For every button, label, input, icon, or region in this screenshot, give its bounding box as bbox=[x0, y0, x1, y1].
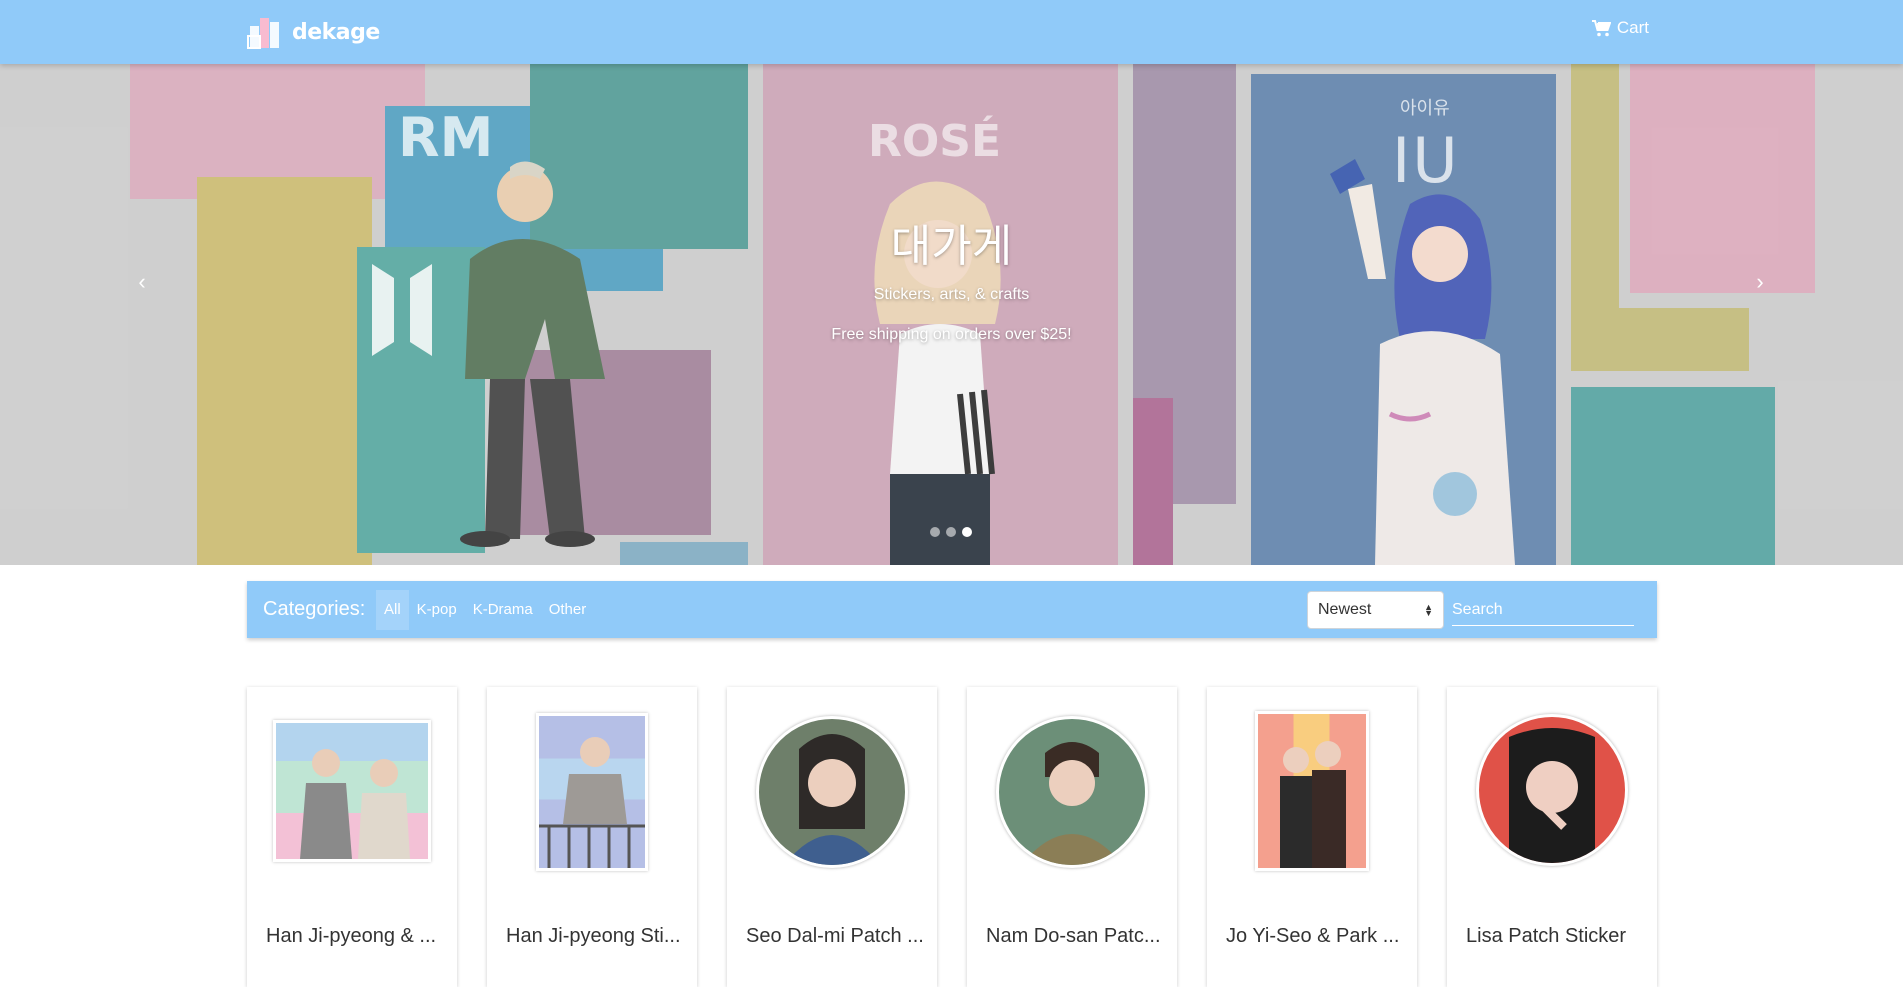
category-other[interactable]: Other bbox=[541, 590, 595, 630]
product-image bbox=[1476, 714, 1628, 866]
category-list: All K-pop K-Drama Other bbox=[376, 590, 594, 630]
product-photo bbox=[539, 737, 645, 868]
product-card[interactable]: Han Ji-pyeong & ... bbox=[247, 687, 457, 987]
sort-caret-icon: ▲ ▼ bbox=[1424, 602, 1433, 618]
carousel-indicator[interactable] bbox=[946, 527, 956, 537]
product-card[interactable]: Seo Dal-mi Patch ... bbox=[727, 687, 937, 987]
sort-select-value: Newest bbox=[1318, 601, 1372, 618]
cart-label: Cart bbox=[1616, 18, 1649, 37]
cart-icon bbox=[1591, 19, 1611, 36]
carousel-prev-button[interactable]: ‹ bbox=[122, 269, 162, 295]
product-card[interactable]: Nam Do-san Patc... bbox=[967, 687, 1177, 987]
product-title: Lisa Patch Sticker bbox=[1466, 925, 1627, 947]
product-photo bbox=[1021, 742, 1123, 865]
hero-shipping-note: Free shipping on orders over $25! bbox=[831, 326, 1072, 343]
product-title: Nam Do-san Patc... bbox=[986, 925, 1161, 947]
category-kdrama[interactable]: K-Drama bbox=[465, 590, 541, 630]
brand-link[interactable]: dekage bbox=[246, 12, 380, 52]
brand-logo-icon bbox=[247, 18, 279, 49]
product-image bbox=[756, 716, 908, 868]
product-card[interactable]: Lisa Patch Sticker bbox=[1447, 687, 1657, 987]
carousel-indicator[interactable] bbox=[930, 527, 940, 537]
product-photo bbox=[1280, 741, 1346, 868]
brand-name: dekage bbox=[292, 19, 380, 45]
product-title: Seo Dal-mi Patch ... bbox=[746, 925, 924, 947]
sort-select[interactable]: Newest ▲ ▼ bbox=[1307, 591, 1444, 629]
product-image bbox=[996, 716, 1148, 868]
product-title: Han Ji-pyeong Sti... bbox=[506, 925, 681, 947]
product-card[interactable]: Han Ji-pyeong Sti... bbox=[487, 687, 697, 987]
product-image bbox=[1255, 711, 1369, 871]
product-grid: Han Ji-pyeong & ... Han Ji-pyeong Sti...… bbox=[247, 687, 1657, 987]
product-image bbox=[536, 713, 648, 871]
product-image bbox=[273, 720, 431, 862]
hero-carousel: RM ROSÉ 아이유 IU 대가게 Stickers, arts, & cra… bbox=[0, 64, 1903, 565]
carousel-indicators bbox=[930, 527, 972, 537]
navbar: dekage Cart bbox=[0, 0, 1903, 64]
categories-label: Categories: bbox=[263, 598, 366, 620]
product-title: Jo Yi-Seo & Park ... bbox=[1226, 925, 1400, 947]
filter-bar: Categories: All K-pop K-Drama Other Newe… bbox=[247, 581, 1657, 638]
hero-title: 대가게 bbox=[890, 221, 1013, 272]
search-input[interactable]: Search bbox=[1452, 594, 1634, 626]
carousel-indicator-active[interactable] bbox=[962, 527, 972, 537]
product-photo bbox=[1509, 728, 1595, 863]
cart-link[interactable]: Cart bbox=[1591, 18, 1649, 38]
carousel-overlay bbox=[0, 64, 1903, 565]
category-all[interactable]: All bbox=[376, 590, 409, 630]
category-kpop[interactable]: K-pop bbox=[409, 590, 465, 630]
hero-subtitle: Stickers, arts, & crafts bbox=[873, 286, 1030, 303]
product-title: Han Ji-pyeong & ... bbox=[266, 925, 437, 947]
product-photo bbox=[784, 734, 880, 865]
carousel-next-button[interactable]: › bbox=[1740, 269, 1780, 295]
product-photo bbox=[300, 749, 410, 859]
product-card[interactable]: Jo Yi-Seo & Park ... bbox=[1207, 687, 1417, 987]
